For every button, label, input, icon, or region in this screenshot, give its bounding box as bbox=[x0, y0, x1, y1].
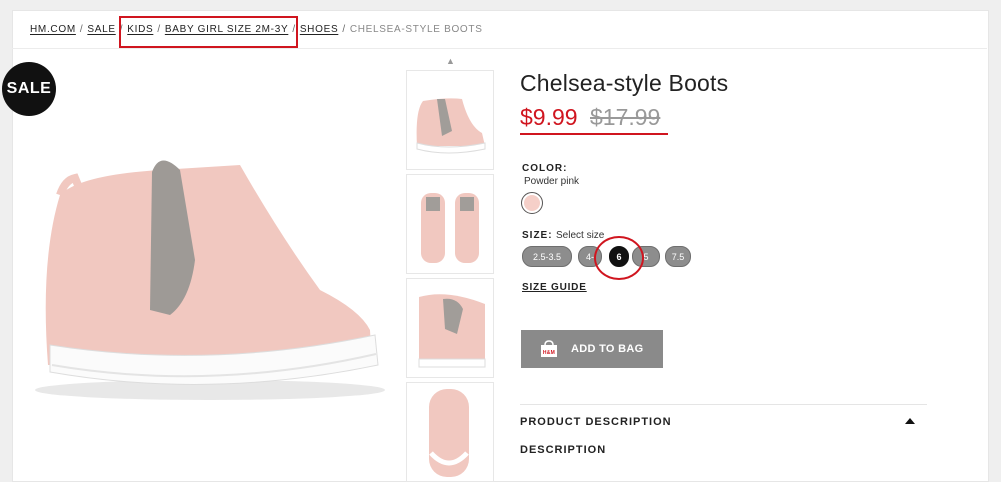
product-description-heading[interactable]: PRODUCT DESCRIPTION bbox=[520, 416, 672, 428]
price-current: $9.99 bbox=[520, 104, 578, 130]
sale-badge: SALE bbox=[2, 62, 56, 116]
shopping-bag-icon: H&M bbox=[539, 340, 559, 358]
product-main-image[interactable] bbox=[20, 140, 390, 410]
divider bbox=[12, 48, 987, 49]
description-subheading: DESCRIPTION bbox=[520, 444, 607, 456]
thumbnail-2[interactable] bbox=[406, 174, 494, 274]
thumbnail-4[interactable] bbox=[406, 382, 494, 482]
breadcrumb-separator: / bbox=[342, 24, 346, 35]
thumbnail-3[interactable] bbox=[406, 278, 494, 378]
breadcrumb-sale[interactable]: SALE bbox=[87, 24, 115, 35]
breadcrumb-hm[interactable]: HM.COM bbox=[30, 24, 76, 35]
product-title: Chelsea-style Boots bbox=[520, 70, 729, 96]
color-label: COLOR: bbox=[522, 163, 568, 174]
breadcrumb-separator: / bbox=[79, 24, 84, 35]
collapse-arrow-icon[interactable] bbox=[905, 418, 915, 424]
price-highlight bbox=[520, 133, 668, 135]
svg-text:H&M: H&M bbox=[543, 350, 555, 356]
size-highlight-circle bbox=[594, 236, 644, 280]
breadcrumb-highlight bbox=[119, 16, 298, 48]
breadcrumb-shoes[interactable]: SHOES bbox=[300, 24, 339, 35]
add-to-bag-button[interactable]: H&M ADD TO BAG bbox=[521, 330, 663, 368]
size-option[interactable]: 2.5-3.5 bbox=[522, 246, 572, 267]
divider bbox=[520, 404, 927, 405]
breadcrumb-current: CHELSEA-STYLE BOOTS bbox=[349, 24, 483, 35]
thumbnail-1[interactable] bbox=[406, 70, 494, 170]
color-value: Powder pink bbox=[524, 176, 580, 187]
chevron-up-icon[interactable]: ▲ bbox=[446, 56, 455, 66]
add-to-bag-label: ADD TO BAG bbox=[571, 343, 644, 355]
price-original: $17.99 bbox=[590, 104, 661, 130]
size-label: SIZE: bbox=[522, 230, 553, 241]
size-guide-link[interactable]: SIZE GUIDE bbox=[522, 282, 587, 293]
size-option[interactable]: 7.5 bbox=[665, 246, 691, 267]
size-hint: Select size bbox=[556, 230, 605, 241]
color-swatch-powder-pink[interactable] bbox=[521, 192, 543, 214]
